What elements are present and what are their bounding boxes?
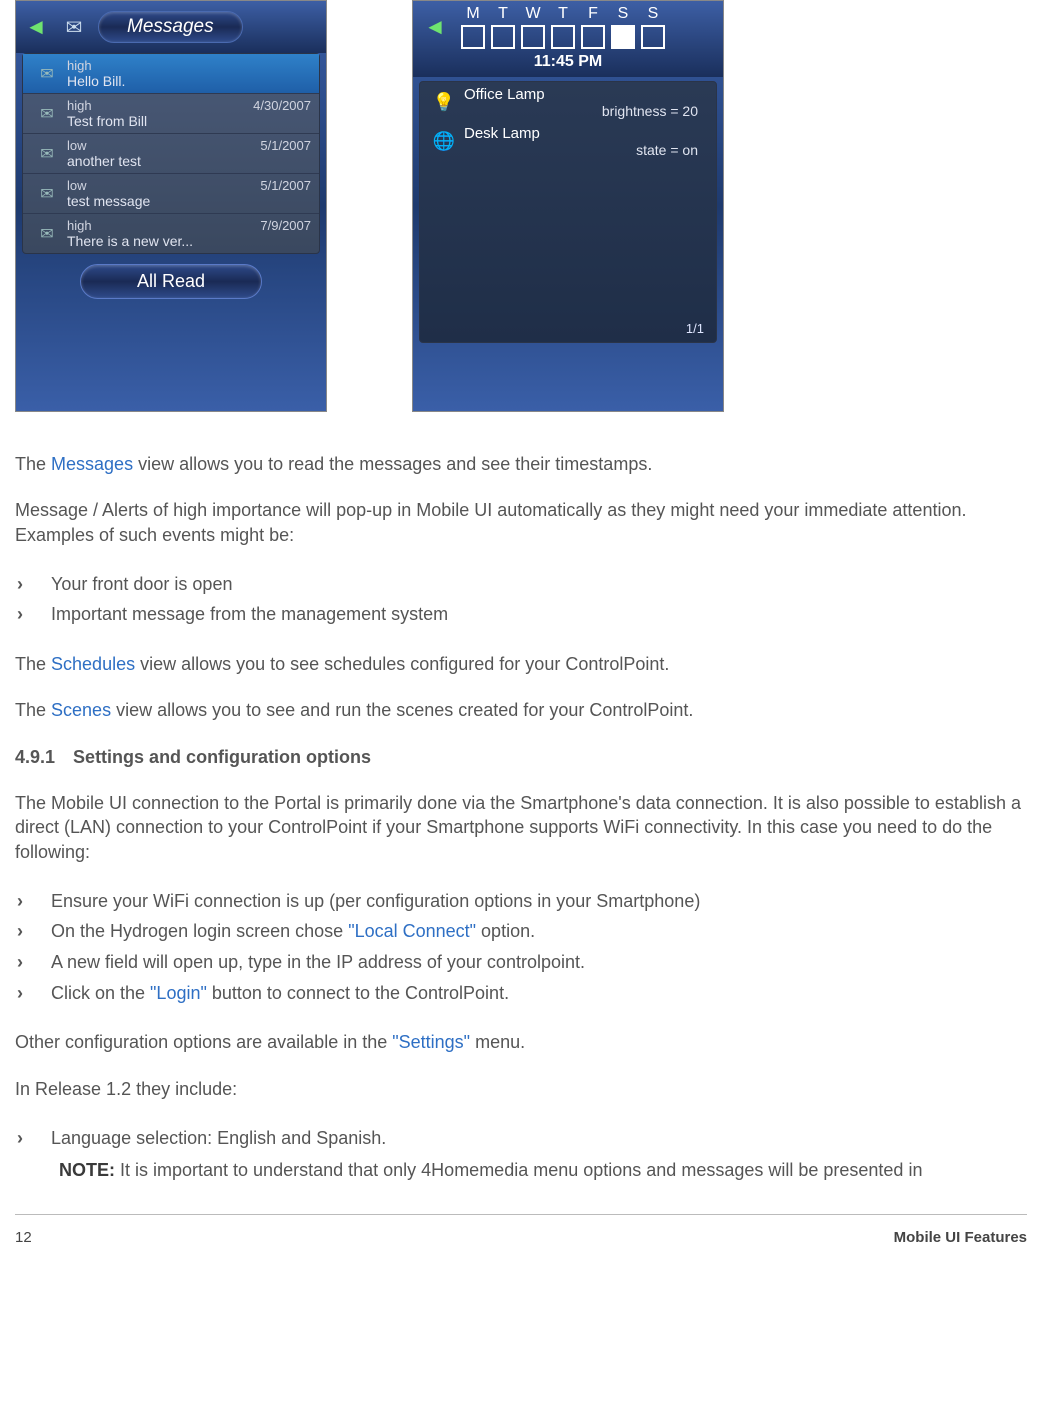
bullet-list: Language selection: English and Spanish. <box>15 1123 1027 1154</box>
envelope-icon: ✉ <box>27 98 67 129</box>
mailbox-icon: ✉ <box>56 9 92 45</box>
day-label: T <box>551 5 575 23</box>
message-date: 7/9/2007 <box>260 218 311 233</box>
message-item: ✉ low 5/1/2007 test message <box>23 174 319 214</box>
message-priority: low <box>67 138 260 153</box>
device-name: Office Lamp <box>464 86 706 103</box>
envelope-icon: ✉ <box>27 58 67 89</box>
day-label: W <box>521 5 545 23</box>
message-priority: high <box>67 218 260 233</box>
list-item: Language selection: English and Spanish. <box>15 1123 1027 1154</box>
device-state: brightness = 20 <box>464 103 706 119</box>
device-item: 🌐 Desk Lamp state = on <box>420 121 716 160</box>
settings-link: "Settings" <box>392 1032 470 1052</box>
messages-screenshot: ◄ ✉ Messages ✉ high Hello Bill. ✉ high 4… <box>15 0 327 412</box>
bullet-list: Your front door is open Important messag… <box>15 569 1027 630</box>
day-label: M <box>461 5 485 23</box>
page-number: 12 <box>15 1229 32 1246</box>
bullet-list: Ensure your WiFi connection is up (per c… <box>15 886 1027 1008</box>
message-body: another test <box>67 153 311 169</box>
page-footer: 12 Mobile UI Features <box>15 1214 1027 1246</box>
list-item: A new field will open up, type in the IP… <box>15 947 1027 978</box>
list-item: Click on the "Login" button to connect t… <box>15 978 1027 1009</box>
list-item: On the Hydrogen login screen chose "Loca… <box>15 916 1027 947</box>
paragraph: The Scenes view allows you to see and ru… <box>15 698 1027 722</box>
day-label: S <box>641 5 665 23</box>
message-body: Hello Bill. <box>67 73 311 89</box>
day-label: F <box>581 5 605 23</box>
paragraph: In Release 1.2 they include: <box>15 1077 1027 1101</box>
schedule-time: 11:45 PM <box>421 53 715 71</box>
note-line: NOTE: It is important to understand that… <box>15 1157 1027 1184</box>
schedules-screenshot: ◄ M T W T F S S <box>412 0 724 412</box>
paragraph: The Schedules view allows you to see sch… <box>15 652 1027 676</box>
envelope-icon: ✉ <box>27 138 67 169</box>
section-title: Settings and configuration options <box>73 747 371 767</box>
message-date: 4/30/2007 <box>253 98 311 113</box>
message-date: 5/1/2007 <box>260 138 311 153</box>
all-read-button[interactable]: All Read <box>80 264 262 299</box>
back-arrow-icon: ◄ <box>421 7 449 47</box>
message-item: ✉ low 5/1/2007 another test <box>23 134 319 174</box>
day-checkbox <box>611 25 635 49</box>
message-priority: low <box>67 178 260 193</box>
day-checkbox <box>461 25 485 49</box>
scenes-link: Scenes <box>51 700 111 720</box>
device-list: 💡 Office Lamp brightness = 20 🌐 Desk Lam… <box>419 81 717 343</box>
device-name: Desk Lamp <box>464 125 706 142</box>
envelope-icon: ✉ <box>27 218 67 249</box>
paragraph: The Messages view allows you to read the… <box>15 452 1027 476</box>
local-connect-link: "Local Connect" <box>348 921 476 941</box>
day-checkbox <box>491 25 515 49</box>
list-item: Important message from the management sy… <box>15 599 1027 630</box>
message-body: Test from Bill <box>67 113 311 129</box>
paragraph: Other configuration options are availabl… <box>15 1030 1027 1054</box>
device-state: state = on <box>464 142 706 158</box>
section-heading: 4.9.1 Settings and configuration options <box>15 745 1027 769</box>
message-priority: high <box>67 98 253 113</box>
message-item: ✉ high Hello Bill. <box>23 54 319 94</box>
section-number: 4.9.1 <box>15 745 55 769</box>
footer-title: Mobile UI Features <box>894 1229 1027 1246</box>
device-item: 💡 Office Lamp brightness = 20 <box>420 82 716 121</box>
message-priority: high <box>67 58 311 73</box>
message-list: ✉ high Hello Bill. ✉ high 4/30/2007 Test… <box>22 53 320 254</box>
day-checkbox <box>551 25 575 49</box>
message-body: There is a new ver... <box>67 233 311 249</box>
day-checkbox <box>521 25 545 49</box>
screen-title: Messages <box>98 11 243 43</box>
message-item: ✉ high 4/30/2007 Test from Bill <box>23 94 319 134</box>
list-item: Ensure your WiFi connection is up (per c… <box>15 886 1027 917</box>
messages-link: Messages <box>51 454 133 474</box>
day-label: S <box>611 5 635 23</box>
pager-label: 1/1 <box>686 321 704 336</box>
back-arrow-icon: ◄ <box>16 7 56 47</box>
message-item: ✉ high 7/9/2007 There is a new ver... <box>23 214 319 253</box>
login-link: "Login" <box>150 983 207 1003</box>
bulb-icon: 💡 <box>424 86 464 119</box>
message-date: 5/1/2007 <box>260 178 311 193</box>
note-label: NOTE: <box>59 1160 115 1180</box>
list-item: Your front door is open <box>15 569 1027 600</box>
day-label: T <box>491 5 515 23</box>
paragraph: Message / Alerts of high importance will… <box>15 498 1027 547</box>
schedules-link: Schedules <box>51 654 135 674</box>
envelope-icon: ✉ <box>27 178 67 209</box>
day-checkbox <box>581 25 605 49</box>
day-checkbox <box>641 25 665 49</box>
paragraph: The Mobile UI connection to the Portal i… <box>15 791 1027 864</box>
globe-icon: 🌐 <box>424 125 464 158</box>
message-body: test message <box>67 193 311 209</box>
